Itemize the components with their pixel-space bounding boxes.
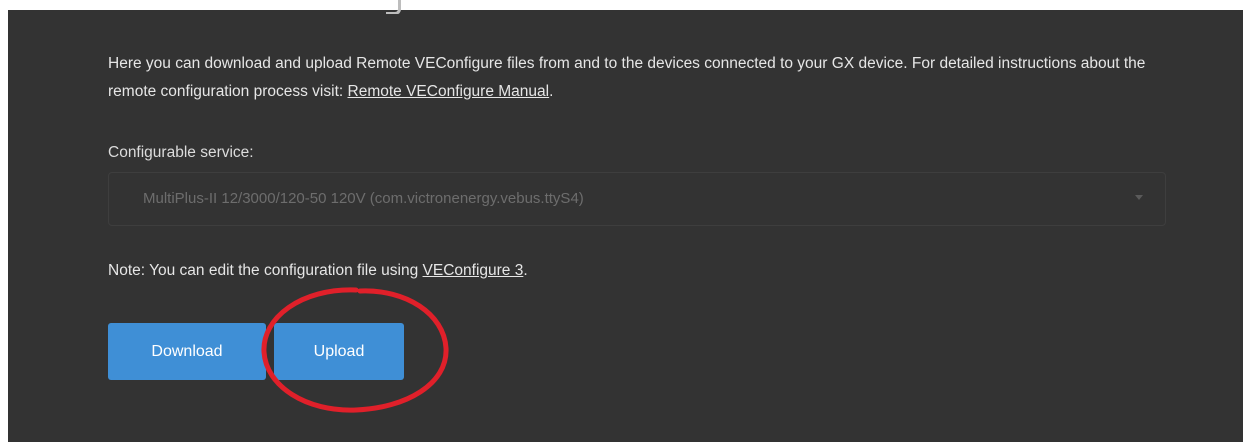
intro-paragraph: Here you can download and upload Remote … <box>108 50 1188 106</box>
note-text-start: Note: You can edit the configuration fil… <box>108 262 423 279</box>
upload-button[interactable]: Upload <box>274 323 404 380</box>
configurable-service-label: Configurable service: <box>108 144 254 161</box>
note-text: Note: You can edit the configuration fil… <box>108 262 528 280</box>
note-text-end: . <box>523 262 528 279</box>
configurable-service-select[interactable]: MultiPlus-II 12/3000/120-50 120V (com.vi… <box>108 172 1166 226</box>
remote-configure-panel: Here you can download and upload Remote … <box>8 0 1243 442</box>
intro-text: Here you can download and upload Remote … <box>108 55 1146 100</box>
intro-text-end: . <box>549 83 554 100</box>
chevron-down-icon[interactable] <box>1135 195 1143 200</box>
selected-service-value: MultiPlus-II 12/3000/120-50 120V (com.vi… <box>143 190 584 207</box>
remote-veconfigure-manual-link[interactable]: Remote VEConfigure Manual <box>348 83 550 100</box>
veconfigure-3-link[interactable]: VEConfigure 3 <box>423 262 524 279</box>
download-button[interactable]: Download <box>108 323 266 380</box>
cropped-heading-fragment <box>338 0 428 14</box>
